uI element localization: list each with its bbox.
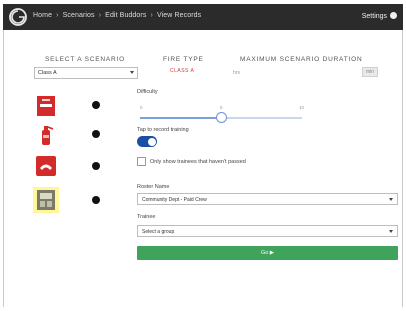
duration-minutes-input[interactable]: min (362, 67, 378, 77)
settings-link[interactable]: Settings (362, 12, 397, 20)
difficulty-slider-thumb[interactable] (216, 112, 227, 123)
breadcrumb-edit-buddors[interactable]: Edit Buddors (105, 12, 146, 19)
device-status-dot (92, 196, 100, 204)
slider-remaining-track (221, 117, 302, 119)
trainee-select[interactable]: Select a group (137, 225, 398, 237)
trainee-label: Trainee (137, 214, 156, 220)
fire-extinguisher-icon[interactable] (35, 124, 57, 146)
breadcrumb-home[interactable]: Home (33, 12, 52, 19)
go-button[interactable]: Go ▶ (137, 246, 398, 260)
app-logo-icon[interactable] (8, 7, 28, 27)
roster-select[interactable]: Community Dept - Paid Crew (137, 193, 398, 205)
device-status-dot (92, 101, 100, 109)
top-navigation-bar: Home › Scenarios › Edit Buddors › View R… (3, 4, 403, 30)
fire-type-heading: FIRE TYPE (163, 56, 204, 63)
gear-icon (390, 12, 397, 19)
breadcrumb-separator: › (56, 12, 59, 19)
only-show-checkbox[interactable] (137, 157, 146, 166)
fire-type-value: CLASS A (170, 68, 195, 74)
record-training-label: Tap to record training (137, 127, 189, 133)
roster-label: Roster Name (137, 184, 170, 190)
select-scenario-heading: SELECT A SCENARIO (45, 56, 125, 63)
duration-hours-input[interactable]: hrs (233, 70, 240, 76)
max-duration-heading: MAXIMUM SCENARIO DURATION (240, 56, 363, 63)
fire-alarm-pull-station-icon[interactable] (35, 95, 57, 117)
app-frame (3, 4, 403, 307)
toggle-knob (147, 137, 156, 146)
record-training-toggle[interactable] (137, 136, 157, 147)
slider-tick-label: 0 (140, 105, 143, 110)
difficulty-label: Difficulty (137, 89, 158, 95)
emergency-phone-icon[interactable] (35, 155, 57, 177)
slider-tick-label: 10 (299, 105, 305, 110)
breadcrumb-scenarios[interactable]: Scenarios (63, 12, 95, 19)
breadcrumb-view-records[interactable]: View Records (157, 12, 201, 19)
slider-tick-label: 5 (220, 105, 223, 110)
breadcrumb-separator: › (150, 12, 153, 19)
breadcrumb-separator: › (98, 12, 102, 19)
device-status-dot (92, 162, 100, 170)
scenario-select[interactable]: Class A (34, 67, 138, 79)
chevron-down-icon (389, 230, 393, 233)
breadcrumb: Home › Scenarios › Edit Buddors › View R… (33, 12, 201, 19)
roster-select-value: Community Dept - Paid Crew (142, 196, 207, 203)
only-show-label: Only show trainees that haven't passed (150, 159, 246, 165)
settings-label: Settings (361, 13, 388, 20)
control-panel-icon[interactable] (33, 187, 59, 213)
device-status-dot (92, 130, 100, 138)
scenario-select-value: Class A (38, 70, 57, 76)
chevron-down-icon (130, 71, 134, 74)
trainee-select-value: Select a group (142, 228, 175, 235)
chevron-down-icon (389, 198, 393, 201)
